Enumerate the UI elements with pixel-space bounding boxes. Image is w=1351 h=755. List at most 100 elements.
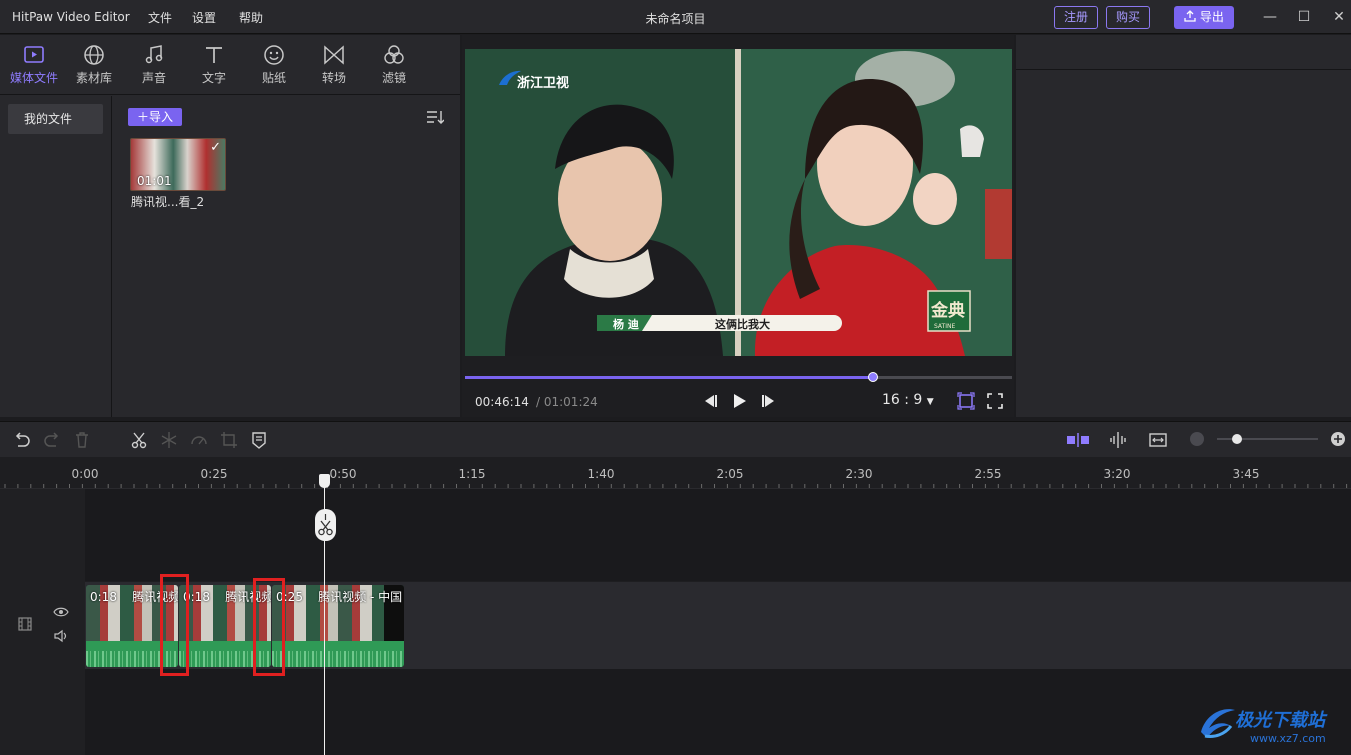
current-time: 00:46:14 [475,395,529,409]
split-scissors-icon[interactable] [129,430,149,450]
media-item-name: 腾讯视...看_2 [131,195,205,209]
progress-handle[interactable] [867,372,878,382]
freeze-frame-icon[interactable] [159,430,179,450]
tab-label: 滤镜 [381,71,406,85]
split-at-playhead-button[interactable] [315,509,336,541]
clip-label: 0:25 腾讯视频 - 中国 [276,588,402,605]
video-frame[interactable]: 浙江卫视 杨 迪 这俩比我大 金典 SATINE [465,49,1012,356]
media-panel: 媒体文件 素材库 声音 文字 贴纸 转场 滤镜 我的文件 ＋导入 01:01 ✓… [0,35,460,417]
minimize-icon[interactable]: — [1262,9,1278,25]
sort-icon[interactable] [426,109,444,125]
maximize-icon[interactable]: ☐ [1296,9,1312,25]
export-label: 导出 [1199,10,1224,24]
next-frame-icon[interactable] [759,391,779,411]
undo-icon[interactable] [12,430,32,450]
ruler-label: 3:20 [1103,467,1131,481]
total-time: / 01:01:24 [536,395,598,409]
zoom-slider-handle[interactable] [1232,434,1243,444]
tab-label: 文字 [201,71,226,85]
tab-filter[interactable]: 滤镜 [366,43,422,91]
ruler-label: 3:45 [1232,467,1260,481]
speed-icon[interactable] [189,430,209,450]
fullscreen-icon[interactable] [985,391,1005,411]
timeline-track-empty[interactable] [85,669,1351,755]
ruler-label: 0:00 [71,467,99,481]
watermark-logo-icon [1201,709,1235,738]
menu-file[interactable]: 文件 [148,9,172,26]
site-watermark: 极光下载站 www.xz7.com [1195,700,1345,750]
media-item-duration: 01:01 [137,174,172,188]
ruler-label: 1:40 [587,467,615,481]
aspect-ratio-select[interactable]: 16 : 9 ▼ [882,392,934,408]
video-preview: 浙江卫视 杨 迪 这俩比我大 金典 SATINE 00:46:14 / 01:0… [462,35,1014,417]
tab-audio[interactable]: 声音 [126,43,182,91]
crop-fit-icon[interactable] [956,391,976,411]
tab-label: 贴纸 [261,71,286,85]
aspect-ratio-value: 16 : 9 [882,392,923,408]
snap-icon[interactable] [1066,430,1090,450]
timeline-ruler[interactable]: 0:00 0:25 0:50 1:15 1:40 2:05 2:30 2:55 … [0,457,1351,489]
menu-settings[interactable]: 设置 [192,9,216,26]
export-button[interactable]: 导出 [1174,6,1234,29]
tab-transition[interactable]: 转场 [306,43,362,91]
tab-sticker[interactable]: 贴纸 [246,43,302,91]
scissors-icon [318,514,333,536]
zoom-in-icon[interactable] [1330,431,1346,447]
delete-icon[interactable] [72,430,92,450]
eye-icon[interactable] [53,605,69,619]
tab-text[interactable]: 文字 [186,43,242,91]
clip-title: 腾讯视频 - 中国 [318,590,403,604]
media-item-thumbnail[interactable]: 01:01 ✓ [130,138,226,191]
plus-icon: ＋ [136,110,149,124]
properties-panel [1016,35,1351,417]
check-icon: ✓ [210,140,221,155]
track-headers [0,489,85,755]
ruler-label: 2:55 [974,467,1002,481]
watermark-text: 极光下载站 [1235,710,1325,731]
register-button[interactable]: 注册 [1054,6,1098,29]
progress-fill [465,376,873,379]
import-button[interactable]: ＋导入 [128,108,182,126]
volume-icon[interactable] [53,629,69,643]
ruler-label: 2:30 [845,467,873,481]
tab-library[interactable]: 素材库 [66,43,122,91]
crop-icon[interactable] [219,430,239,450]
tab-label: 媒体文件 [9,71,58,85]
playhead-handle[interactable] [319,474,330,488]
menu-help[interactable]: 帮助 [239,9,263,26]
redo-icon[interactable] [42,430,62,450]
buy-button[interactable]: 购买 [1106,6,1150,29]
text-icon [206,47,222,63]
tab-label: 转场 [321,71,346,85]
clip-audio-waveform [272,641,404,667]
playback-progress-bar[interactable] [465,372,1012,382]
media-file-icon [24,46,44,63]
fit-timeline-icon[interactable] [1148,430,1168,450]
watermark-url: www.xz7.com [1250,732,1326,745]
panel-divider [1016,69,1351,70]
mask-icon[interactable] [249,430,269,450]
tab-label: 声音 [141,71,166,85]
zoom-slider[interactable] [1217,434,1318,444]
tab-media-files[interactable]: 媒体文件 [6,43,62,91]
filter-icon [384,45,404,64]
tab-label: 素材库 [75,71,112,85]
zoom-out-icon[interactable] [1190,432,1204,446]
split-point-highlight [160,574,189,676]
close-icon[interactable]: ✕ [1331,9,1347,25]
video-content: 浙江卫视 杨 迪 这俩比我大 金典 SATINE [465,49,1012,356]
globe-icon [84,45,104,65]
transition-icon [324,45,344,65]
sidebar-item-my-files[interactable]: 我的文件 [8,104,103,134]
brand-logo-text: 金典 [930,300,965,321]
audio-split-icon[interactable] [1108,430,1128,450]
media-sidebar: 我的文件 [0,96,112,417]
ruler-label: 0:50 [329,467,357,481]
timeline-track-empty[interactable] [85,489,1351,581]
prev-frame-icon[interactable] [700,391,720,411]
ruler-label: 1:15 [458,467,486,481]
play-icon[interactable] [729,391,749,411]
timeline-clip[interactable]: 0:25 腾讯视频 - 中国 [272,585,404,667]
title-bar: HitPaw Video Editor 文件 设置 帮助 未命名项目 注册 购买… [0,0,1351,34]
app-name: HitPaw Video Editor [12,10,130,24]
